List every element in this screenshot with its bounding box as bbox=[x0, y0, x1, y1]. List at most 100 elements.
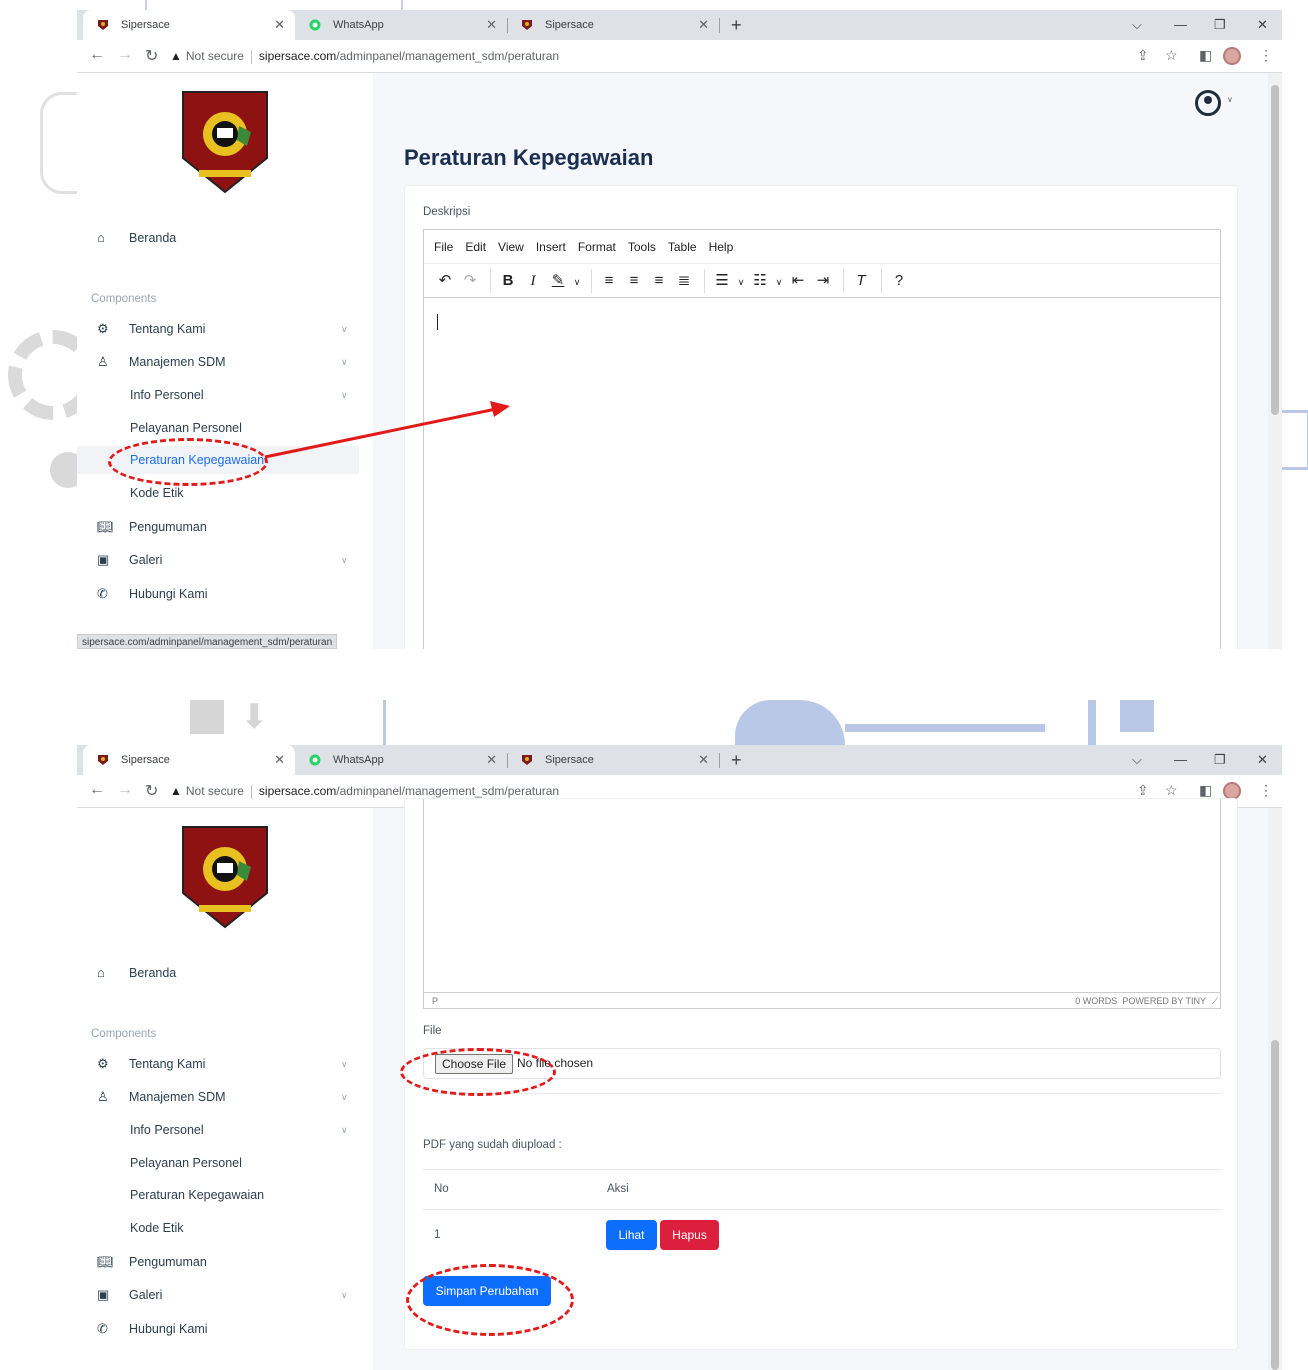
align-left-icon[interactable]: ≡ bbox=[598, 264, 620, 298]
view-button[interactable]: Lihat bbox=[606, 1220, 657, 1250]
menu-help[interactable]: Help bbox=[709, 240, 734, 254]
outdent-icon[interactable]: ⇤ bbox=[787, 264, 809, 298]
uploaded-label: PDF yang sudah diupload : bbox=[423, 1139, 562, 1151]
menu-format[interactable]: Format bbox=[578, 240, 616, 254]
back-icon[interactable]: ← bbox=[89, 46, 105, 64]
new-tab-button[interactable]: + bbox=[731, 10, 742, 40]
profile-avatar[interactable] bbox=[1223, 47, 1241, 65]
menu-icon[interactable]: ⋮ bbox=[1259, 47, 1273, 64]
italic-icon[interactable]: I bbox=[522, 264, 544, 298]
decor-blue-bar bbox=[1088, 700, 1096, 745]
sidebar-item-pengumuman[interactable]: 📖︎ Pengumuman bbox=[77, 513, 359, 541]
sidebar-item-hubungi-kami[interactable]: ✆ Hubungi Kami bbox=[77, 580, 359, 608]
sidebar-item-manajemen-sdm[interactable]: ♙ Manajemen SDM ∨ bbox=[77, 348, 359, 376]
maximize-icon[interactable]: ❐ bbox=[1214, 745, 1226, 775]
sidebar-item-galeri[interactable]: ▣ Galeri ∨ bbox=[77, 546, 359, 574]
menu-table[interactable]: Table bbox=[668, 240, 697, 254]
image-icon: ▣ bbox=[97, 552, 110, 567]
sidebar-item-peraturan-kepegawaian[interactable]: Peraturan Kepegawaian bbox=[77, 1181, 359, 1209]
tab-whatsapp[interactable]: WhatsApp ✕ bbox=[295, 745, 507, 775]
rich-text-editor[interactable]: P 0 WORDS POWERED BY TINY ⟋ bbox=[423, 799, 1221, 1009]
window-close-icon[interactable]: ✕ bbox=[1257, 745, 1268, 775]
scrollbar[interactable] bbox=[1268, 808, 1282, 1370]
chevron-down-icon[interactable]: ∨ bbox=[572, 265, 582, 299]
chevron-down-icon: ∨ bbox=[341, 357, 348, 367]
sidepanel-icon[interactable]: ◧ bbox=[1199, 782, 1212, 799]
sidebar-item-pelayanan-personel[interactable]: Pelayanan Personel bbox=[77, 1149, 359, 1177]
tab-title: WhatsApp bbox=[333, 19, 384, 31]
rich-text-editor[interactable]: File Edit View Insert Format Tools Table Help ↶… bbox=[423, 229, 1221, 649]
close-icon[interactable]: ✕ bbox=[698, 745, 709, 775]
main-content: ∨ Peraturan Kepegawaian Deskripsi File Ed… bbox=[373, 73, 1282, 649]
address-bar[interactable]: ▲ Not secure sipersace.com/adminpanel/mana… bbox=[170, 45, 1170, 67]
align-justify-icon[interactable]: ≣ bbox=[673, 264, 695, 298]
highlight-icon[interactable]: ✎ bbox=[547, 264, 569, 298]
maximize-icon[interactable]: ❐ bbox=[1214, 10, 1226, 40]
sidebar-item-label: Beranda bbox=[129, 231, 177, 245]
reload-icon[interactable]: ↻ bbox=[145, 781, 158, 801]
sidebar-item-beranda[interactable]: ⌂ Beranda bbox=[77, 224, 359, 252]
share-icon[interactable]: ⇪ bbox=[1137, 782, 1149, 799]
minimize-icon[interactable]: — bbox=[1174, 10, 1187, 40]
align-center-icon[interactable]: ≡ bbox=[623, 264, 645, 298]
delete-button[interactable]: Hapus bbox=[660, 1220, 719, 1250]
indent-icon[interactable]: ⇥ bbox=[812, 264, 834, 298]
menu-file[interactable]: File bbox=[434, 240, 453, 254]
bold-icon[interactable]: B bbox=[497, 264, 519, 298]
chevron-down-icon[interactable]: ∨ bbox=[774, 265, 784, 299]
numbered-list-icon[interactable]: ☷ bbox=[749, 264, 771, 298]
logo bbox=[182, 91, 268, 194]
sidebar-item-hubungi-kami[interactable]: ✆ Hubungi Kami bbox=[77, 1315, 359, 1343]
sidebar-item-tentang-kami[interactable]: ⚙ Tentang Kami ∨ bbox=[77, 1050, 359, 1078]
tab-whatsapp[interactable]: WhatsApp ✕ bbox=[295, 10, 507, 40]
sidebar-item-info-personel[interactable]: Info Personel ∨ bbox=[77, 1116, 359, 1144]
scrollbar-thumb[interactable] bbox=[1271, 85, 1279, 415]
scrollbar[interactable] bbox=[1268, 73, 1282, 649]
minimize-icon[interactable]: — bbox=[1174, 745, 1187, 775]
menu-edit[interactable]: Edit bbox=[465, 240, 486, 254]
tab-search-icon[interactable]: ⌵ bbox=[1132, 745, 1142, 775]
back-icon[interactable]: ← bbox=[89, 781, 105, 799]
bullet-list-icon[interactable]: ☰ bbox=[711, 264, 733, 298]
resize-handle-icon[interactable]: ⟋ bbox=[1212, 993, 1218, 1009]
whatsapp-icon bbox=[309, 19, 321, 31]
clear-format-icon[interactable]: T bbox=[850, 264, 872, 298]
menu-view[interactable]: View bbox=[498, 240, 524, 254]
forward-icon[interactable]: → bbox=[117, 46, 133, 64]
star-icon[interactable]: ☆ bbox=[1165, 47, 1178, 64]
word-count: 0 WORDS bbox=[1075, 996, 1118, 1006]
share-icon[interactable]: ⇪ bbox=[1137, 47, 1149, 64]
close-icon[interactable]: ✕ bbox=[698, 10, 709, 40]
star-icon[interactable]: ☆ bbox=[1165, 782, 1178, 799]
menu-insert[interactable]: Insert bbox=[536, 240, 566, 254]
close-icon[interactable]: ✕ bbox=[274, 745, 285, 775]
close-icon[interactable]: ✕ bbox=[486, 10, 497, 40]
redo-icon[interactable]: ↷ bbox=[459, 264, 481, 298]
chevron-down-icon[interactable]: ∨ bbox=[736, 265, 746, 299]
window-close-icon[interactable]: ✕ bbox=[1257, 10, 1268, 40]
sidebar-item-kode-etik[interactable]: Kode Etik bbox=[77, 1214, 359, 1242]
help-icon[interactable]: ? bbox=[888, 264, 910, 298]
tab-search-icon[interactable]: ⌵ bbox=[1132, 10, 1142, 40]
undo-icon[interactable]: ↶ bbox=[434, 264, 456, 298]
sidepanel-icon[interactable]: ◧ bbox=[1199, 47, 1212, 64]
menu-tools[interactable]: Tools bbox=[628, 240, 656, 254]
close-icon[interactable]: ✕ bbox=[274, 10, 285, 40]
tab-sipersace-1[interactable]: Sipersace ✕ bbox=[83, 10, 295, 40]
reload-icon[interactable]: ↻ bbox=[145, 46, 158, 66]
align-right-icon[interactable]: ≡ bbox=[648, 264, 670, 298]
close-icon[interactable]: ✕ bbox=[486, 745, 497, 775]
sidebar-item-galeri[interactable]: ▣ Galeri ∨ bbox=[77, 1281, 359, 1309]
menu-icon[interactable]: ⋮ bbox=[1259, 782, 1273, 799]
tab-sipersace-2[interactable]: Sipersace ✕ bbox=[507, 10, 719, 40]
sidebar-item-pengumuman[interactable]: 📖︎ Pengumuman bbox=[77, 1248, 359, 1276]
sidebar-item-tentang-kami[interactable]: ⚙ Tentang Kami ∨ bbox=[77, 315, 359, 343]
sidebar-item-beranda[interactable]: ⌂ Beranda bbox=[77, 959, 359, 987]
tab-sipersace-2[interactable]: Sipersace ✕ bbox=[507, 745, 719, 775]
forward-icon[interactable]: → bbox=[117, 781, 133, 799]
scrollbar-thumb[interactable] bbox=[1271, 1040, 1279, 1370]
sidebar-item-manajemen-sdm[interactable]: ♙ Manajemen SDM ∨ bbox=[77, 1083, 359, 1111]
user-avatar-icon[interactable] bbox=[1195, 90, 1221, 116]
new-tab-button[interactable]: + bbox=[731, 745, 742, 775]
tab-sipersace-1[interactable]: Sipersace ✕ bbox=[83, 745, 295, 775]
